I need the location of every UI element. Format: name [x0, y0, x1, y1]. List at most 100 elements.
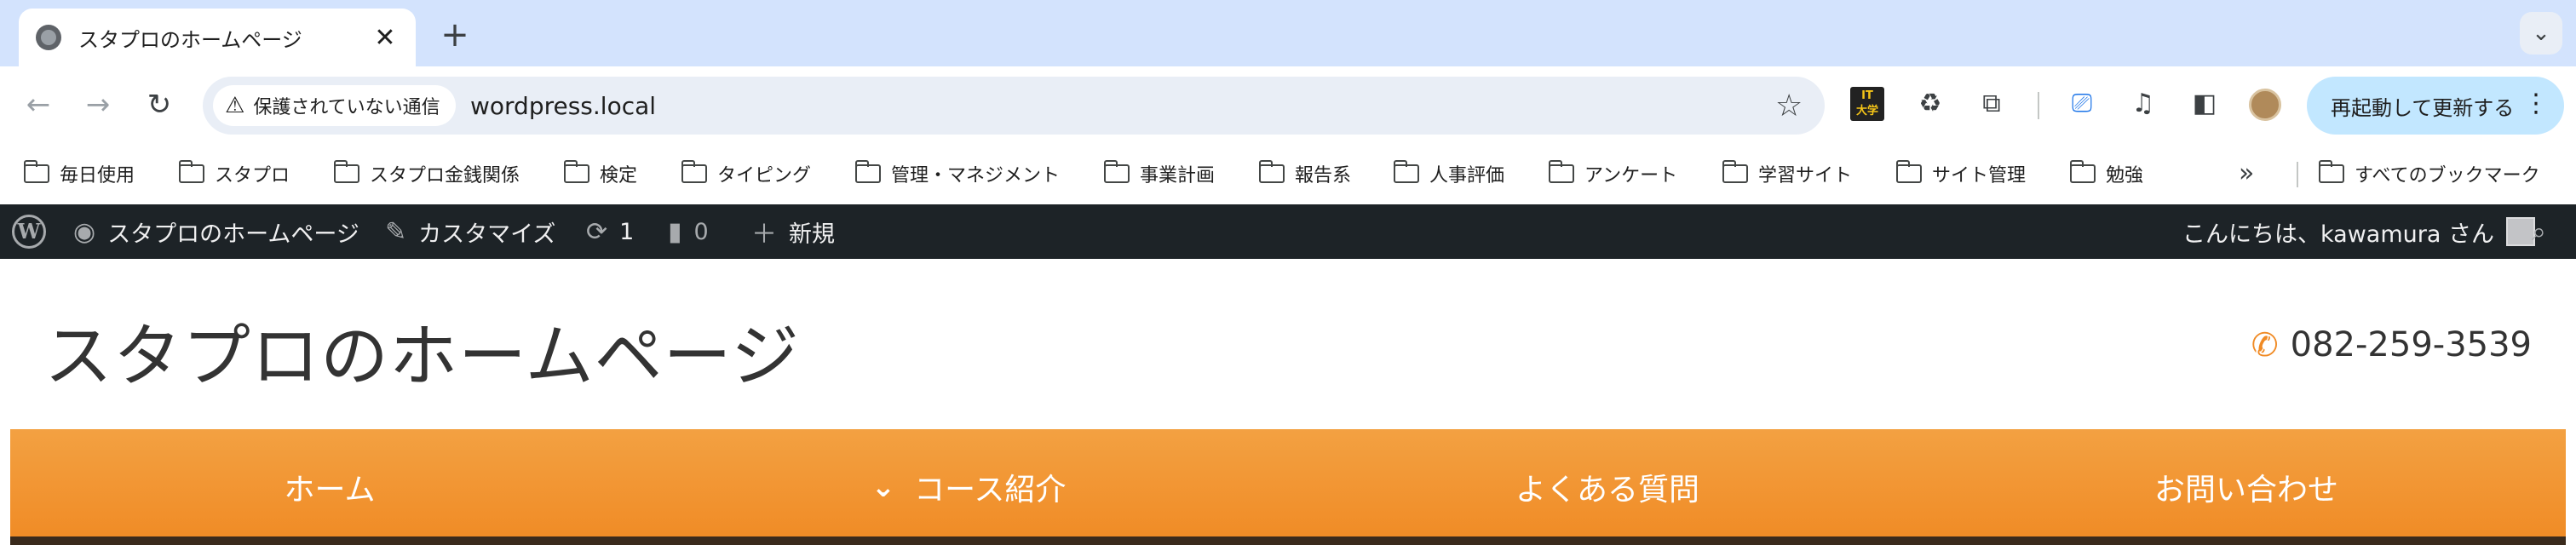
bookmark-label: スタプロ金銭関係 [370, 165, 520, 186]
phone-icon: ✆ [2251, 326, 2279, 364]
user-avatar [2505, 217, 2535, 246]
site-header: スタプロのホームページ ✆ 082-259-3539 [0, 259, 2576, 429]
warning-icon: ⚠ [225, 93, 245, 118]
folder-icon [1258, 160, 1285, 183]
browser-toolbar: ← → ↻ ⚠ 保護されていない通信 wordpress.local ☆ IT 大… [0, 66, 2576, 143]
relaunch-update-button[interactable]: 再起動して更新する ⋮ [2307, 77, 2564, 135]
it-daigaku-icon[interactable]: IT 大学 [1850, 87, 1884, 121]
bookmark-folder[interactable]: 報告系 [1258, 158, 1352, 189]
bookmark-label: サイト管理 [1932, 165, 2027, 186]
comment-icon: ▮ [668, 216, 682, 247]
bookmark-folder[interactable]: 事業計画 [1103, 158, 1216, 189]
forward-button[interactable]: → [77, 83, 119, 126]
plus-icon: ＋ [751, 220, 777, 250]
comments-count: 0 [693, 218, 709, 245]
bookmark-folder[interactable]: 人事評価 [1393, 158, 1505, 189]
folder-icon [23, 160, 49, 183]
bookmarks-bar: 毎日使用 スタプロ スタプロ金銭関係 検定 タイピング 管理・マネジメント 事業… [0, 143, 2576, 204]
nav-item-label: よくある質問 [1515, 473, 1699, 508]
header-phone: ✆ 082-259-3539 [2251, 325, 2532, 364]
update-icon: ⟳ [586, 216, 608, 247]
tab-title: スタプロのホームページ [78, 27, 302, 52]
tab-search-button[interactable]: ⌄ [2520, 12, 2562, 54]
wp-admin-bar: W ◉ スタプロのホームページ ✎ カスタマイズ ⟳ 1 ▮ 0 ＋ 新規 こん… [0, 204, 2576, 259]
bookmark-folder[interactable]: 勉強 [2069, 158, 2144, 189]
folder-icon [2318, 160, 2344, 183]
folder-icon [1722, 160, 1748, 183]
back-button[interactable]: ← [17, 83, 60, 126]
dashboard-icon: ◉ [73, 216, 96, 247]
bookmark-label: 毎日使用 [60, 165, 135, 186]
admin-greeting: こんにちは、kawamura さん [2182, 221, 2494, 248]
admin-updates[interactable]: ⟳ 1 [586, 204, 634, 259]
relaunch-label: 再起動して更新する [2331, 95, 2515, 120]
hero-image-edge [10, 536, 2566, 545]
bookmark-label: 事業計画 [1140, 165, 1216, 186]
folder-icon [1103, 160, 1130, 183]
cast-icon[interactable]: ⎚ [2065, 87, 2099, 121]
admin-site-name[interactable]: ◉ スタプロのホームページ [73, 204, 359, 259]
folder-icon [178, 160, 204, 183]
bookmark-label: 検定 [600, 165, 638, 186]
nav-item-courses[interactable]: ⌄ コース紹介 [649, 429, 1288, 545]
folder-icon [681, 160, 707, 183]
bookmark-label: 報告系 [1295, 165, 1352, 186]
all-bookmarks-folder[interactable]: すべてのブックマーク [2318, 158, 2540, 189]
bookmark-label: 勉強 [2106, 165, 2144, 186]
bookmark-folder[interactable]: 検定 [563, 158, 638, 189]
kebab-menu-icon[interactable]: ⋮ [2523, 89, 2549, 118]
bookmark-folder[interactable]: 学習サイト [1722, 158, 1852, 189]
wp-logo-menu[interactable]: W [12, 204, 46, 259]
bookmark-folder[interactable]: 毎日使用 [23, 158, 135, 189]
bookmark-label: 学習サイト [1758, 165, 1853, 186]
url-text[interactable]: wordpress.local [470, 92, 656, 120]
bookmark-folder[interactable]: スタプロ金銭関係 [333, 158, 520, 189]
bookmark-label: 人事評価 [1429, 165, 1505, 186]
browser-tab[interactable]: スタプロのホームページ ✕ [19, 9, 416, 66]
address-bar[interactable]: ⚠ 保護されていない通信 wordpress.local ☆ [203, 77, 1825, 135]
search-icon: ⌕ [2532, 216, 2546, 247]
folder-icon [563, 160, 589, 183]
profile-avatar[interactable] [2249, 89, 2281, 121]
main-navigation: ホーム ⌄ コース紹介 よくある質問 お問い合わせ [10, 429, 2566, 545]
sidepanel-icon[interactable]: ◧ [2188, 87, 2222, 121]
admin-customize-label: カスタマイズ [418, 221, 556, 248]
nav-item-home[interactable]: ホーム [10, 429, 649, 545]
updates-count: 1 [619, 218, 635, 245]
media-icon[interactable]: ♫ [2126, 87, 2160, 121]
more-bookmarks-button[interactable]: » [2239, 158, 2254, 188]
nav-item-label: コース紹介 [914, 473, 1067, 508]
chevron-down-icon[interactable]: ⌄ [871, 470, 896, 504]
admin-my-account[interactable]: こんにちは、kawamura さん [2182, 204, 2535, 259]
admin-site-name-label: スタプロのホームページ [107, 221, 359, 248]
admin-comments[interactable]: ▮ 0 [668, 204, 709, 259]
bookmark-folder[interactable]: スタプロ [178, 158, 290, 189]
folder-icon [1895, 160, 1922, 183]
bookmark-label: アンケート [1584, 165, 1678, 186]
recycle-icon[interactable]: ♻ [1913, 87, 1947, 121]
bookmark-folder[interactable]: サイト管理 [1895, 158, 2027, 189]
admin-customize[interactable]: ✎ カスタマイズ [385, 204, 555, 259]
admin-search[interactable]: ⌕ [2532, 204, 2558, 259]
site-title[interactable]: スタプロのホームページ [44, 301, 800, 400]
security-label: 保護されていない通信 [253, 97, 440, 118]
globe-icon [36, 25, 61, 50]
close-tab-icon[interactable]: ✕ [371, 23, 399, 53]
new-tab-button[interactable]: + [434, 15, 475, 56]
nav-item-faq[interactable]: よくある質問 [1288, 429, 1927, 545]
admin-new-content[interactable]: ＋ 新規 [751, 204, 835, 259]
folder-icon [854, 160, 881, 183]
reload-button[interactable]: ↻ [138, 83, 181, 126]
phone-number: 082-259-3539 [2290, 325, 2532, 364]
bookmark-star-icon[interactable]: ☆ [1775, 89, 1803, 123]
bookmark-folder[interactable]: タイピング [681, 158, 811, 189]
nav-item-contact[interactable]: お問い合わせ [1927, 429, 2566, 545]
bookmarks-divider [2297, 162, 2298, 187]
puzzle-icon[interactable]: ⧉ [1975, 87, 2009, 121]
folder-icon [1393, 160, 1419, 183]
bookmark-folder[interactable]: 管理・マネジメント [854, 158, 1060, 189]
admin-new-label: 新規 [789, 221, 835, 248]
bookmark-folder[interactable]: アンケート [1548, 158, 1678, 189]
security-chip[interactable]: ⚠ 保護されていない通信 [213, 85, 456, 126]
bookmark-label: タイピング [717, 165, 812, 186]
